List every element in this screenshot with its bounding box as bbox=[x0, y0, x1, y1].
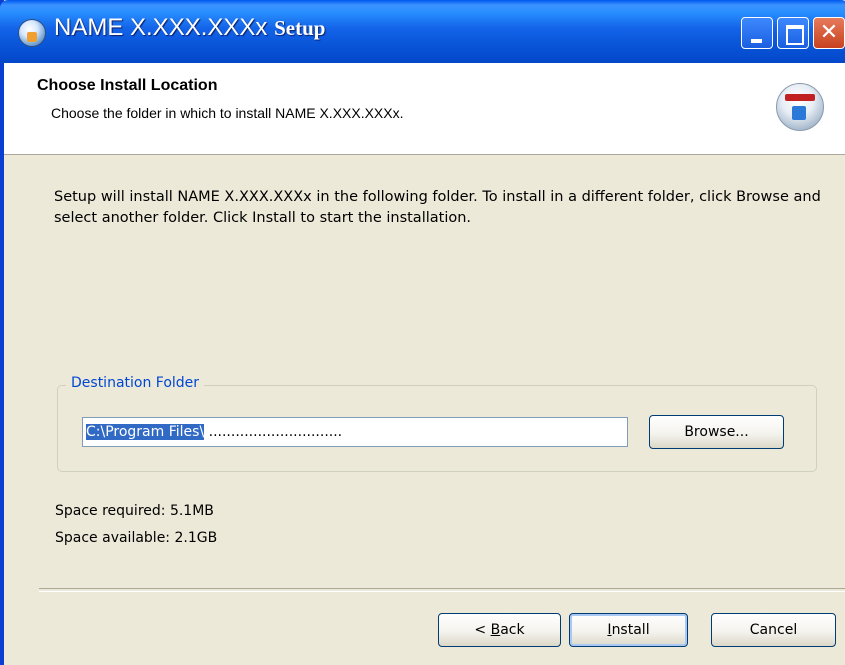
page-title: Choose Install Location bbox=[37, 77, 218, 94]
footer-divider bbox=[39, 588, 845, 592]
window-title-name: NAME X.XXX.XXXx bbox=[54, 14, 268, 41]
installer-window: NAME X.XXX.XXXx Setup ✕ Choose Install L… bbox=[0, 0, 845, 665]
install-description: Setup will install NAME X.XXX.XXXx in th… bbox=[54, 189, 821, 226]
title-bar[interactable]: NAME X.XXX.XXXx Setup ✕ bbox=[0, 0, 845, 63]
close-button[interactable]: ✕ bbox=[813, 17, 845, 49]
space-required: Space required: 5.1MB bbox=[55, 503, 214, 519]
path-selected-text: C:\Program Files\ bbox=[86, 424, 205, 440]
window-title-setup: Setup bbox=[274, 16, 326, 40]
install-button-label: nstall bbox=[611, 622, 650, 638]
back-button-label: ack bbox=[500, 622, 525, 638]
back-button-accesskey: B bbox=[490, 622, 501, 638]
page-header: Choose Install Location Choose the folde… bbox=[4, 63, 845, 155]
logo-band bbox=[785, 94, 815, 101]
destination-folder-legend: Destination Folder bbox=[66, 375, 205, 391]
browse-button[interactable]: Browse... bbox=[649, 415, 784, 449]
space-available: Space available: 2.1GB bbox=[55, 530, 218, 546]
minimize-button[interactable] bbox=[741, 17, 773, 49]
maximize-icon bbox=[778, 18, 808, 48]
back-button-prefix: < bbox=[474, 622, 491, 638]
window-title: NAME X.XXX.XXXx Setup bbox=[54, 14, 325, 42]
path-remaining-text: .............................. bbox=[204, 424, 343, 440]
install-button[interactable]: Install bbox=[569, 613, 688, 647]
close-icon: ✕ bbox=[819, 20, 839, 45]
app-icon[interactable] bbox=[18, 19, 46, 47]
back-button[interactable]: < Back bbox=[438, 613, 561, 647]
maximize-button[interactable] bbox=[777, 17, 809, 49]
minimize-icon bbox=[742, 18, 772, 48]
installer-logo-icon bbox=[776, 83, 824, 131]
download-arrow-icon bbox=[792, 106, 806, 120]
destination-path-input[interactable]: C:\Program Files\ ......................… bbox=[82, 417, 628, 447]
page-subtitle: Choose the folder in which to install NA… bbox=[51, 105, 404, 121]
cancel-button[interactable]: Cancel bbox=[711, 613, 836, 647]
